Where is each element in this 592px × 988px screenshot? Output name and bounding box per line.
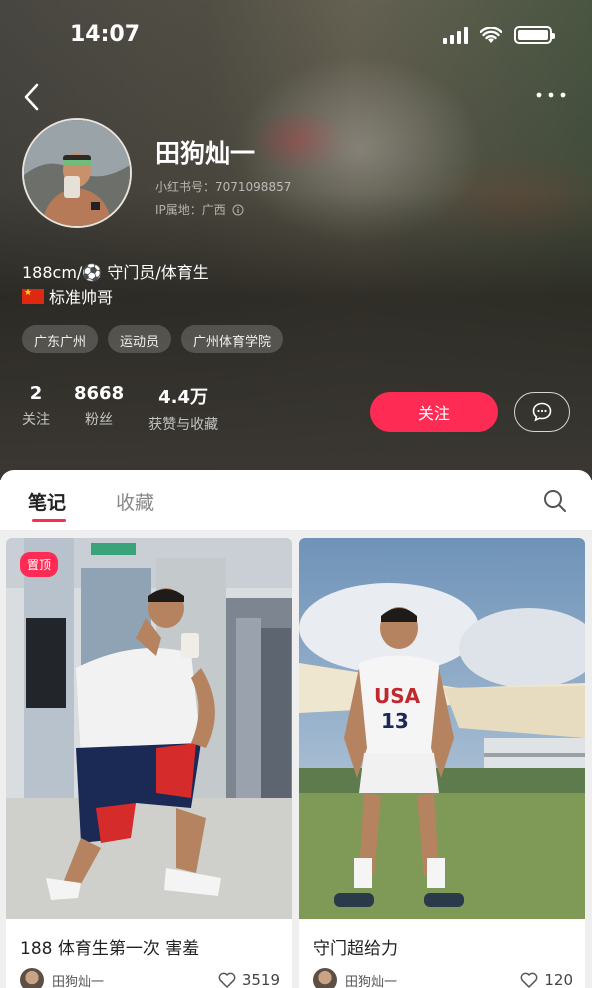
more-options-button[interactable] [534, 82, 568, 108]
bio-line-2-text: 标准帅哥 [49, 288, 114, 307]
ip-location-text: IP属地：广西 [155, 203, 226, 217]
chevron-left-icon [24, 83, 39, 111]
avatar[interactable] [22, 118, 132, 228]
like-button[interactable]: 120 [520, 971, 573, 988]
stat-following-label: 关注 [22, 412, 50, 428]
avatar-image [24, 120, 130, 226]
author-avatar [313, 968, 337, 988]
ip-location: IP属地：广西 [155, 201, 244, 218]
note-card[interactable]: USA 13 守门超给力 田狗灿一 120 [299, 538, 585, 988]
tab-notes[interactable]: 笔记 [28, 488, 66, 515]
stat-followers-value: 8668 [74, 383, 125, 404]
note-image: USA 13 [299, 538, 585, 919]
message-button[interactable] [514, 392, 570, 432]
like-button[interactable]: 3519 [218, 971, 280, 988]
profile-name: 田狗灿一 [155, 139, 256, 168]
like-count: 3519 [241, 971, 280, 988]
tag-occupation[interactable]: 运动员 [108, 325, 172, 353]
content-tabs: 笔记 收藏 [0, 470, 592, 530]
stat-likes-collects-value: 4.4万 [158, 387, 209, 408]
redbook-id: 小红书号：7071098857 [155, 180, 292, 194]
content-panel: 笔记 收藏 置顶 188 体育生第一次 害羞 田狗灿一 3519 USA 13 … [0, 470, 592, 988]
battery-icon [514, 26, 555, 44]
note-title: 188 体育生第一次 害羞 [20, 939, 200, 959]
note-title: 守门超给力 [313, 939, 398, 959]
stat-following[interactable]: 2 关注 [22, 383, 50, 434]
author-name: 田狗灿一 [345, 974, 398, 988]
tag-school[interactable]: 广州体育学院 [181, 325, 284, 353]
note-author[interactable]: 田狗灿一 [20, 968, 104, 988]
status-icons [443, 26, 555, 44]
active-tab-indicator [32, 519, 66, 522]
like-count: 120 [544, 971, 573, 988]
bio-line-2: 标准帅哥 [22, 284, 113, 308]
heart-icon [218, 972, 236, 988]
note-card[interactable]: 置顶 188 体育生第一次 害羞 田狗灿一 3519 [6, 538, 292, 988]
bio-line-1: 188cm/⚽ 守门员/体育生 [22, 263, 209, 282]
china-flag-icon [22, 288, 44, 304]
wifi-icon [480, 26, 502, 43]
stat-followers[interactable]: 8668 粉丝 [74, 383, 124, 434]
svg-text:USA: USA [374, 684, 421, 708]
back-button[interactable] [18, 80, 48, 114]
author-name: 田狗灿一 [52, 974, 105, 988]
follow-button[interactable]: 关注 [370, 392, 498, 432]
profile-stats: 2 关注 8668 粉丝 4.4万 获赞与收藏 [22, 383, 218, 434]
chat-bubble-icon [532, 402, 552, 422]
note-meta: 田狗灿一 3519 [20, 968, 280, 988]
status-time: 14:07 [70, 22, 141, 47]
tab-collections[interactable]: 收藏 [116, 488, 154, 515]
heart-icon [520, 972, 538, 988]
search-button[interactable] [542, 488, 568, 514]
stat-following-value: 2 [29, 383, 43, 404]
note-meta: 田狗灿一 120 [313, 968, 573, 988]
search-icon [544, 490, 566, 512]
note-author[interactable]: 田狗灿一 [313, 968, 397, 988]
signal-icon [443, 26, 468, 44]
stat-likes-collects[interactable]: 4.4万 获赞与收藏 [148, 383, 218, 434]
profile-tags: 广东广州 运动员 广州体育学院 [22, 325, 284, 353]
pinned-badge: 置顶 [20, 552, 59, 577]
svg-text:13: 13 [381, 709, 409, 733]
stat-followers-label: 粉丝 [85, 412, 114, 428]
tag-location[interactable]: 广东广州 [22, 325, 99, 353]
note-photo-field: USA 13 [299, 538, 585, 919]
author-avatar [20, 968, 44, 988]
stat-likes-collects-label: 获赞与收藏 [148, 417, 219, 433]
info-icon[interactable] [232, 204, 244, 216]
more-dots-icon [536, 92, 566, 98]
note-photo-mirror-selfie [6, 538, 292, 919]
note-image: 置顶 [6, 538, 292, 919]
profile-header: 14:07 田狗灿一 小红书号：7071098857 IP属地：广西 188cm… [0, 0, 592, 480]
